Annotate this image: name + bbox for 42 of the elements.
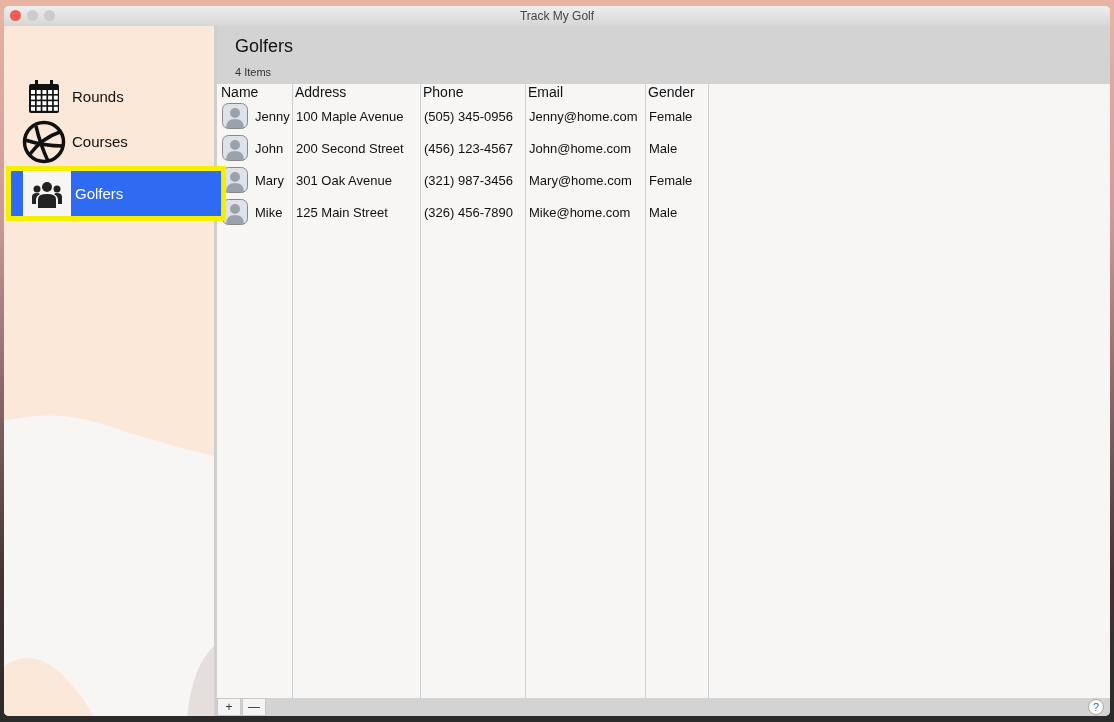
table-cell: (505) 345-0956 (424, 108, 513, 124)
avatar-icon (222, 135, 248, 161)
item-count: 4 Items (235, 66, 273, 78)
table-cell: 125 Main Street (296, 204, 388, 220)
help-button[interactable]: ? (1088, 699, 1104, 715)
table-cell: Female (649, 172, 693, 188)
close-button[interactable] (10, 10, 21, 21)
table-cell: Mike@home.com (529, 204, 631, 220)
column-header[interactable]: Name (219, 84, 292, 100)
minimize-button[interactable] (27, 10, 38, 21)
table-cell: Female (649, 108, 693, 124)
table-cell: (326) 456-7890 (424, 204, 513, 220)
column-header[interactable]: Address (293, 84, 420, 100)
table-cell: 301 Oak Avenue (296, 172, 392, 188)
page-title: Golfers (235, 36, 295, 57)
remove-button[interactable]: — (242, 698, 266, 716)
zoom-button[interactable] (44, 10, 55, 21)
table-cell: Jenny@home.com (529, 108, 638, 124)
table-cell: Mary@home.com (529, 172, 632, 188)
avatar-icon (222, 103, 248, 129)
ball-icon (22, 119, 66, 164)
table-cell: John (255, 140, 284, 156)
table-cell: (321) 987-3456 (424, 172, 513, 188)
group-icon (32, 179, 62, 208)
add-button[interactable]: + (217, 698, 241, 716)
window-title: Track My Golf (519, 9, 595, 23)
table-cell: John@home.com (529, 140, 632, 156)
table-cell: Jenny (255, 108, 290, 124)
table-cell: 100 Maple Avenue (296, 108, 404, 124)
table-cell: Male (649, 140, 678, 156)
table-cell: Mary (255, 172, 284, 188)
table-cell: Male (649, 204, 678, 220)
table-cell: 200 Second Street (296, 140, 404, 156)
sidebar-item[interactable]: Golfers (6, 166, 226, 221)
column-header[interactable]: Phone (421, 84, 525, 100)
sidebar-item[interactable]: Rounds (4, 74, 214, 119)
calendar-icon (27, 79, 61, 114)
table-cell: (456) 123-4567 (424, 140, 513, 156)
sidebar-item[interactable]: Courses (4, 119, 214, 164)
column-header[interactable]: Gender (646, 84, 708, 100)
column-header[interactable]: Email (526, 84, 645, 100)
table-cell: Mike (255, 204, 283, 220)
